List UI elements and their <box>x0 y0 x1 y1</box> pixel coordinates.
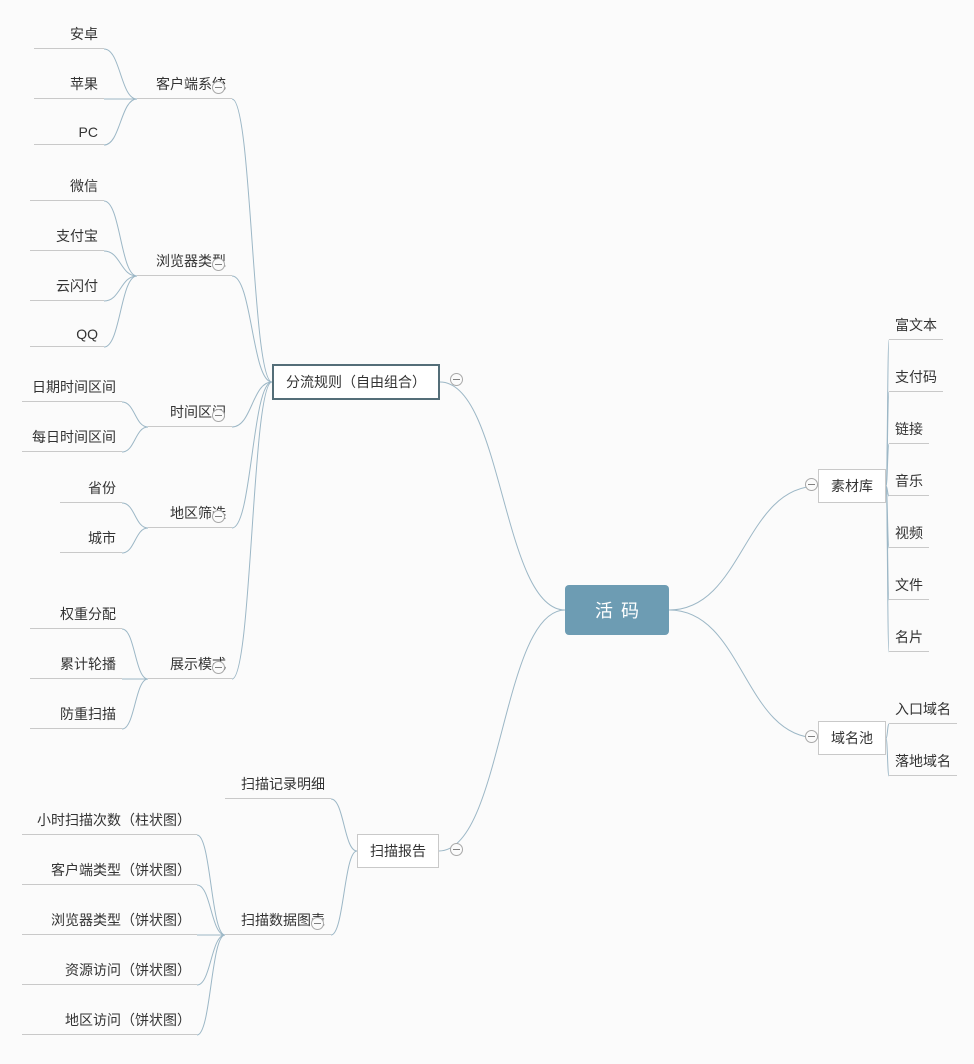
leaf-label: 安卓 <box>70 26 98 42</box>
leaf-label: QQ <box>76 326 98 342</box>
leaf-label: 入口域名 <box>895 701 951 717</box>
leaf[interactable]: 音乐 <box>889 467 929 496</box>
leaf-label: 客户端类型（饼状图） <box>51 862 191 878</box>
leaf-label: 扫描记录明细 <box>241 776 325 792</box>
leaf-label: 支付宝 <box>56 228 98 244</box>
leaf[interactable]: 落地域名 <box>889 747 957 776</box>
leaf[interactable]: 城市 <box>60 524 122 553</box>
branch-label: 扫描报告 <box>370 843 426 859</box>
collapse-icon[interactable] <box>450 373 463 386</box>
leaf-label: 省份 <box>88 480 116 496</box>
leaf[interactable]: 浏览器类型（饼状图） <box>22 906 197 935</box>
leaf-label: 名片 <box>895 629 923 645</box>
leaf-label: 文件 <box>895 577 923 593</box>
leaf-label: 链接 <box>895 421 923 437</box>
collapse-icon[interactable] <box>212 510 225 523</box>
collapse-icon[interactable] <box>805 478 818 491</box>
leaf-label: 微信 <box>70 178 98 194</box>
collapse-icon[interactable] <box>450 843 463 856</box>
leaf-scan-detail[interactable]: 扫描记录明细 <box>225 770 331 799</box>
leaf[interactable]: 地区访问（饼状图） <box>22 1006 197 1035</box>
leaf[interactable]: 入口域名 <box>889 695 957 724</box>
leaf[interactable]: 资源访问（饼状图） <box>22 956 197 985</box>
leaf[interactable]: 视频 <box>889 519 929 548</box>
leaf[interactable]: 苹果 <box>34 70 104 99</box>
branch-label: 素材库 <box>831 478 873 494</box>
leaf-label: 权重分配 <box>60 606 116 622</box>
collapse-icon[interactable] <box>212 409 225 422</box>
leaf-label: 落地域名 <box>895 753 951 769</box>
leaf[interactable]: 富文本 <box>889 311 943 340</box>
leaf[interactable]: 支付码 <box>889 363 943 392</box>
branch-label: 分流规则（自由组合） <box>286 374 426 390</box>
collapse-icon[interactable] <box>212 258 225 271</box>
branch-domain[interactable]: 域名池 <box>818 721 886 755</box>
branch-material[interactable]: 素材库 <box>818 469 886 503</box>
leaf[interactable]: 日期时间区间 <box>22 373 122 402</box>
leaf-label: 视频 <box>895 525 923 541</box>
leaf-label: 音乐 <box>895 473 923 489</box>
branch-label: 域名池 <box>831 730 873 746</box>
leaf[interactable]: 省份 <box>60 474 122 503</box>
leaf[interactable]: 文件 <box>889 571 929 600</box>
leaf-label: 日期时间区间 <box>32 379 116 395</box>
leaf[interactable]: 云闪付 <box>30 272 104 301</box>
leaf[interactable]: 权重分配 <box>30 600 122 629</box>
branch-routing-rules[interactable]: 分流规则（自由组合） <box>272 364 440 400</box>
collapse-icon[interactable] <box>212 81 225 94</box>
leaf[interactable]: 累计轮播 <box>30 650 122 679</box>
leaf-label: 浏览器类型（饼状图） <box>51 912 191 928</box>
leaf[interactable]: 客户端类型（饼状图） <box>22 856 197 885</box>
leaf-label: 城市 <box>88 530 116 546</box>
root-label: 活码 <box>595 601 647 621</box>
leaf[interactable]: 支付宝 <box>30 222 104 251</box>
leaf[interactable]: 防重扫描 <box>30 700 122 729</box>
collapse-icon[interactable] <box>311 917 324 930</box>
leaf[interactable]: 小时扫描次数（柱状图） <box>22 806 197 835</box>
leaf-label: 苹果 <box>70 76 98 92</box>
leaf-label: 每日时间区间 <box>32 429 116 445</box>
leaf-label: 富文本 <box>895 317 937 333</box>
leaf-label: 小时扫描次数（柱状图） <box>37 812 191 828</box>
branch-scan-report[interactable]: 扫描报告 <box>357 834 439 868</box>
leaf-label: 地区访问（饼状图） <box>65 1012 191 1028</box>
leaf-label: 累计轮播 <box>60 656 116 672</box>
leaf-label: PC <box>79 124 98 140</box>
leaf[interactable]: 安卓 <box>34 20 104 49</box>
leaf[interactable]: 微信 <box>30 172 104 201</box>
root-node[interactable]: 活码 <box>565 585 669 635</box>
leaf-label: 云闪付 <box>56 278 98 294</box>
leaf[interactable]: QQ <box>30 322 104 347</box>
leaf-label: 支付码 <box>895 369 937 385</box>
leaf[interactable]: 每日时间区间 <box>22 423 122 452</box>
leaf[interactable]: 名片 <box>889 623 929 652</box>
edges-layer <box>0 0 974 1064</box>
leaf[interactable]: 链接 <box>889 415 929 444</box>
collapse-icon[interactable] <box>805 730 818 743</box>
leaf-label: 资源访问（饼状图） <box>65 962 191 978</box>
collapse-icon[interactable] <box>212 661 225 674</box>
leaf-label: 防重扫描 <box>60 706 116 722</box>
leaf[interactable]: PC <box>34 120 104 145</box>
